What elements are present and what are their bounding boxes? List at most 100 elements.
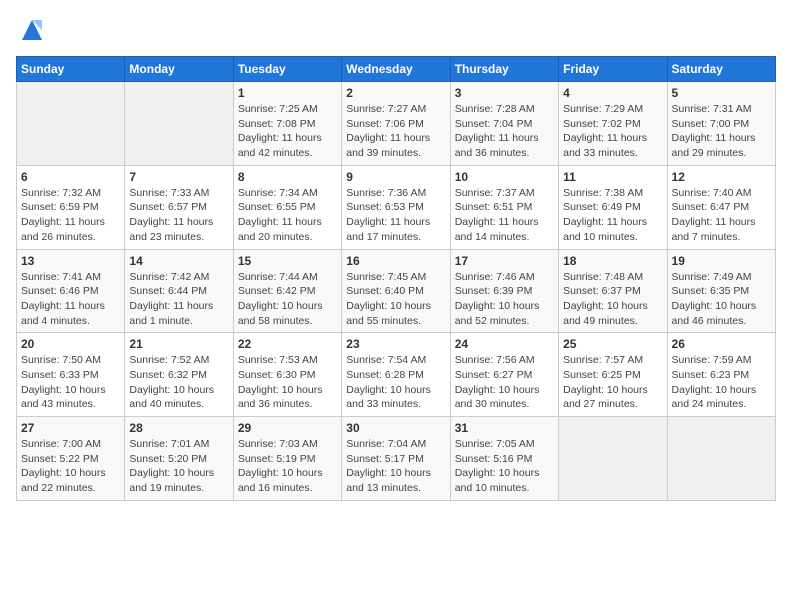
day-number: 17: [455, 254, 554, 268]
day-info: Sunrise: 7:34 AMSunset: 6:55 PMDaylight:…: [238, 186, 337, 245]
day-info: Sunrise: 7:03 AMSunset: 5:19 PMDaylight:…: [238, 437, 337, 496]
day-number: 24: [455, 337, 554, 351]
day-info: Sunrise: 7:42 AMSunset: 6:44 PMDaylight:…: [129, 270, 228, 329]
day-info: Sunrise: 7:49 AMSunset: 6:35 PMDaylight:…: [672, 270, 771, 329]
calendar-week-1: 1Sunrise: 7:25 AMSunset: 7:08 PMDaylight…: [17, 82, 776, 166]
day-number: 13: [21, 254, 120, 268]
calendar-week-4: 20 Sunrise: 7:50 AMSunset: 6:33 PMDayligh…: [17, 333, 776, 417]
day-info: Sunrise: 7:46 AMSunset: 6:39 PMDaylight:…: [455, 270, 554, 329]
calendar-week-2: 6 Sunrise: 7:32 AMSunset: 6:59 PMDaylight…: [17, 165, 776, 249]
calendar-cell: 14 Sunrise: 7:42 AMSunset: 6:44 PMDayligh…: [125, 249, 233, 333]
calendar-cell: 6 Sunrise: 7:32 AMSunset: 6:59 PMDaylight…: [17, 165, 125, 249]
day-info: Sunrise: 7:38 AMSunset: 6:49 PMDaylight:…: [563, 186, 662, 245]
calendar-cell: 1Sunrise: 7:25 AMSunset: 7:08 PMDaylight…: [233, 82, 341, 166]
calendar-cell: 28Sunrise: 7:01 AMSunset: 5:20 PMDayligh…: [125, 417, 233, 501]
day-info: Sunrise: 7:05 AMSunset: 5:16 PMDaylight:…: [455, 437, 554, 496]
weekday-wednesday: Wednesday: [342, 57, 450, 82]
day-number: 12: [672, 170, 771, 184]
day-number: 7: [129, 170, 228, 184]
calendar-cell: [125, 82, 233, 166]
day-number: 4: [563, 86, 662, 100]
calendar-cell: [559, 417, 667, 501]
calendar-cell: 2 Sunrise: 7:27 AMSunset: 7:06 PMDaylight…: [342, 82, 450, 166]
calendar-cell: 24 Sunrise: 7:56 AMSunset: 6:27 PMDayligh…: [450, 333, 558, 417]
calendar-cell: 12 Sunrise: 7:40 AMSunset: 6:47 PMDayligh…: [667, 165, 775, 249]
day-number: 5: [672, 86, 771, 100]
calendar-cell: [17, 82, 125, 166]
day-info: Sunrise: 7:40 AMSunset: 6:47 PMDaylight:…: [672, 186, 771, 245]
day-number: 6: [21, 170, 120, 184]
day-number: 31: [455, 421, 554, 435]
calendar-cell: 17 Sunrise: 7:46 AMSunset: 6:39 PMDayligh…: [450, 249, 558, 333]
calendar-cell: 31 Sunrise: 7:05 AMSunset: 5:16 PMDayligh…: [450, 417, 558, 501]
day-info: Sunrise: 7:37 AMSunset: 6:51 PMDaylight:…: [455, 186, 554, 245]
day-number: 14: [129, 254, 228, 268]
calendar-cell: 29 Sunrise: 7:03 AMSunset: 5:19 PMDayligh…: [233, 417, 341, 501]
day-info: Sunrise: 7:27 AMSunset: 7:06 PMDaylight:…: [346, 102, 445, 161]
weekday-saturday: Saturday: [667, 57, 775, 82]
day-info: Sunrise: 7:25 AMSunset: 7:08 PMDaylight:…: [238, 102, 337, 161]
weekday-thursday: Thursday: [450, 57, 558, 82]
day-number: 8: [238, 170, 337, 184]
calendar-cell: 21 Sunrise: 7:52 AMSunset: 6:32 PMDayligh…: [125, 333, 233, 417]
logo: [16, 16, 46, 44]
calendar-cell: 11 Sunrise: 7:38 AMSunset: 6:49 PMDayligh…: [559, 165, 667, 249]
day-number: 18: [563, 254, 662, 268]
calendar-table: SundayMondayTuesdayWednesdayThursdayFrid…: [16, 56, 776, 501]
day-info: Sunrise: 7:36 AMSunset: 6:53 PMDaylight:…: [346, 186, 445, 245]
day-number: 11: [563, 170, 662, 184]
weekday-header-row: SundayMondayTuesdayWednesdayThursdayFrid…: [17, 57, 776, 82]
day-number: 29: [238, 421, 337, 435]
calendar-cell: 20 Sunrise: 7:50 AMSunset: 6:33 PMDayligh…: [17, 333, 125, 417]
calendar-cell: 7 Sunrise: 7:33 AMSunset: 6:57 PMDaylight…: [125, 165, 233, 249]
calendar-cell: 22 Sunrise: 7:53 AMSunset: 6:30 PMDayligh…: [233, 333, 341, 417]
calendar-cell: 8 Sunrise: 7:34 AMSunset: 6:55 PMDaylight…: [233, 165, 341, 249]
day-info: Sunrise: 7:56 AMSunset: 6:27 PMDaylight:…: [455, 353, 554, 412]
weekday-friday: Friday: [559, 57, 667, 82]
day-info: Sunrise: 7:45 AMSunset: 6:40 PMDaylight:…: [346, 270, 445, 329]
day-info: Sunrise: 7:44 AMSunset: 6:42 PMDaylight:…: [238, 270, 337, 329]
calendar-cell: 18 Sunrise: 7:48 AMSunset: 6:37 PMDayligh…: [559, 249, 667, 333]
day-info: Sunrise: 7:01 AMSunset: 5:20 PMDaylight:…: [129, 437, 228, 496]
day-number: 30: [346, 421, 445, 435]
calendar-cell: 19 Sunrise: 7:49 AMSunset: 6:35 PMDayligh…: [667, 249, 775, 333]
day-info: Sunrise: 7:53 AMSunset: 6:30 PMDaylight:…: [238, 353, 337, 412]
day-number: 10: [455, 170, 554, 184]
calendar-cell: [667, 417, 775, 501]
calendar-cell: 13 Sunrise: 7:41 AMSunset: 6:46 PMDayligh…: [17, 249, 125, 333]
weekday-sunday: Sunday: [17, 57, 125, 82]
calendar-cell: 23 Sunrise: 7:54 AMSunset: 6:28 PMDayligh…: [342, 333, 450, 417]
day-info: Sunrise: 7:29 AMSunset: 7:02 PMDaylight:…: [563, 102, 662, 161]
day-info: Sunrise: 7:00 AMSunset: 5:22 PMDaylight:…: [21, 437, 120, 496]
day-info: Sunrise: 7:54 AMSunset: 6:28 PMDaylight:…: [346, 353, 445, 412]
day-number: 22: [238, 337, 337, 351]
calendar-cell: 26Sunrise: 7:59 AMSunset: 6:23 PMDayligh…: [667, 333, 775, 417]
day-number: 25: [563, 337, 662, 351]
day-number: 23: [346, 337, 445, 351]
day-number: 3: [455, 86, 554, 100]
day-number: 21: [129, 337, 228, 351]
logo-icon: [18, 16, 46, 44]
day-info: Sunrise: 7:57 AMSunset: 6:25 PMDaylight:…: [563, 353, 662, 412]
calendar-cell: 5Sunrise: 7:31 AMSunset: 7:00 PMDaylight…: [667, 82, 775, 166]
page-header: [16, 16, 776, 44]
calendar-cell: 27 Sunrise: 7:00 AMSunset: 5:22 PMDayligh…: [17, 417, 125, 501]
day-number: 15: [238, 254, 337, 268]
day-number: 19: [672, 254, 771, 268]
calendar-cell: 16 Sunrise: 7:45 AMSunset: 6:40 PMDayligh…: [342, 249, 450, 333]
day-number: 20: [21, 337, 120, 351]
day-info: Sunrise: 7:04 AMSunset: 5:17 PMDaylight:…: [346, 437, 445, 496]
weekday-monday: Monday: [125, 57, 233, 82]
calendar-cell: 9Sunrise: 7:36 AMSunset: 6:53 PMDaylight…: [342, 165, 450, 249]
day-info: Sunrise: 7:41 AMSunset: 6:46 PMDaylight:…: [21, 270, 120, 329]
day-number: 2: [346, 86, 445, 100]
day-number: 27: [21, 421, 120, 435]
day-info: Sunrise: 7:48 AMSunset: 6:37 PMDaylight:…: [563, 270, 662, 329]
day-info: Sunrise: 7:32 AMSunset: 6:59 PMDaylight:…: [21, 186, 120, 245]
weekday-tuesday: Tuesday: [233, 57, 341, 82]
day-info: Sunrise: 7:52 AMSunset: 6:32 PMDaylight:…: [129, 353, 228, 412]
day-info: Sunrise: 7:50 AMSunset: 6:33 PMDaylight:…: [21, 353, 120, 412]
day-number: 26: [672, 337, 771, 351]
day-number: 16: [346, 254, 445, 268]
day-info: Sunrise: 7:33 AMSunset: 6:57 PMDaylight:…: [129, 186, 228, 245]
